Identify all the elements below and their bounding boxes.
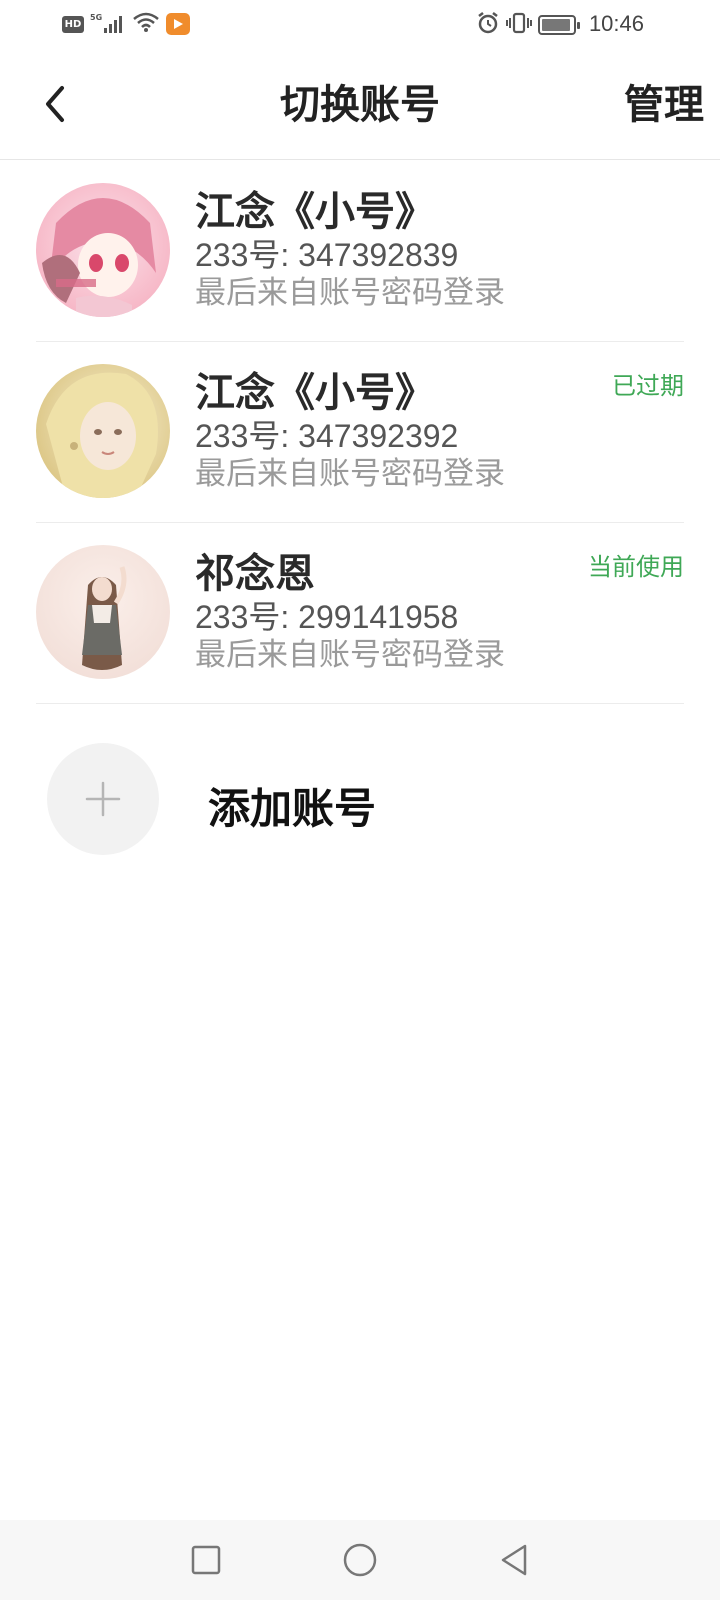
back-triangle-icon bbox=[501, 1544, 527, 1576]
account-name: 江念《小号》 bbox=[195, 370, 435, 416]
signal-icon: 5G bbox=[90, 13, 126, 35]
back-nav-button[interactable] bbox=[494, 1540, 534, 1580]
status-bar-right-icons bbox=[476, 11, 580, 39]
account-item[interactable]: 江念《小号》 233号: 347392839 最后来自账号密码登录 bbox=[36, 161, 684, 342]
account-status-expired: 已过期 bbox=[612, 372, 684, 400]
manage-button[interactable]: 管理 bbox=[624, 80, 704, 130]
account-id: 233号: 299141958 bbox=[195, 599, 459, 635]
battery-icon bbox=[538, 15, 580, 35]
status-bar-left: HD 5G bbox=[62, 12, 190, 36]
plus-icon bbox=[85, 781, 121, 817]
recent-apps-button[interactable] bbox=[186, 1540, 226, 1580]
account-info: 江念《小号》 233号: 347392839 最后来自账号密码登录 bbox=[195, 187, 505, 313]
account-id: 233号: 347392392 bbox=[195, 418, 459, 454]
home-icon bbox=[343, 1543, 377, 1577]
page-title: 切换账号 bbox=[280, 82, 440, 128]
account-login-method: 最后来自账号密码登录 bbox=[195, 275, 505, 311]
account-info: 江念《小号》 233号: 347392392 最后来自账号密码登录 bbox=[195, 368, 505, 494]
add-account-circle bbox=[47, 743, 159, 855]
wifi-icon bbox=[132, 11, 160, 37]
system-nav-bar bbox=[0, 1520, 720, 1600]
hd-icon: HD bbox=[62, 15, 84, 33]
account-item[interactable]: 祁念恩 233号: 299141958 最后来自账号密码登录 当前使用 bbox=[36, 523, 684, 704]
account-item[interactable]: 江念《小号》 233号: 347392392 最后来自账号密码登录 已过期 bbox=[36, 342, 684, 523]
account-info: 祁念恩 233号: 299141958 最后来自账号密码登录 bbox=[195, 549, 505, 675]
recent-apps-icon bbox=[191, 1545, 221, 1575]
add-account-button[interactable]: 添加账号 bbox=[36, 723, 684, 855]
account-login-method: 最后来自账号密码登录 bbox=[195, 456, 505, 492]
status-time: 10:46 bbox=[588, 11, 644, 36]
app-notification-icon bbox=[166, 13, 190, 35]
account-list: 江念《小号》 233号: 347392839 最后来自账号密码登录 江念《小号》… bbox=[0, 161, 720, 704]
vibrate-icon bbox=[506, 11, 532, 39]
alarm-icon bbox=[476, 11, 500, 39]
avatar bbox=[36, 183, 170, 317]
avatar bbox=[36, 364, 170, 498]
account-status-current: 当前使用 bbox=[588, 553, 684, 581]
account-id: 233号: 347392839 bbox=[195, 237, 459, 273]
account-name: 江念《小号》 bbox=[195, 189, 435, 235]
add-account-label: 添加账号 bbox=[208, 784, 377, 833]
account-name: 祁念恩 bbox=[195, 551, 315, 597]
status-bar: HD 5G 10:46 bbox=[0, 0, 720, 50]
avatar bbox=[36, 545, 170, 679]
account-login-method: 最后来自账号密码登录 bbox=[195, 637, 505, 673]
home-button[interactable] bbox=[340, 1540, 380, 1580]
header: 切换账号 管理 bbox=[0, 50, 720, 160]
